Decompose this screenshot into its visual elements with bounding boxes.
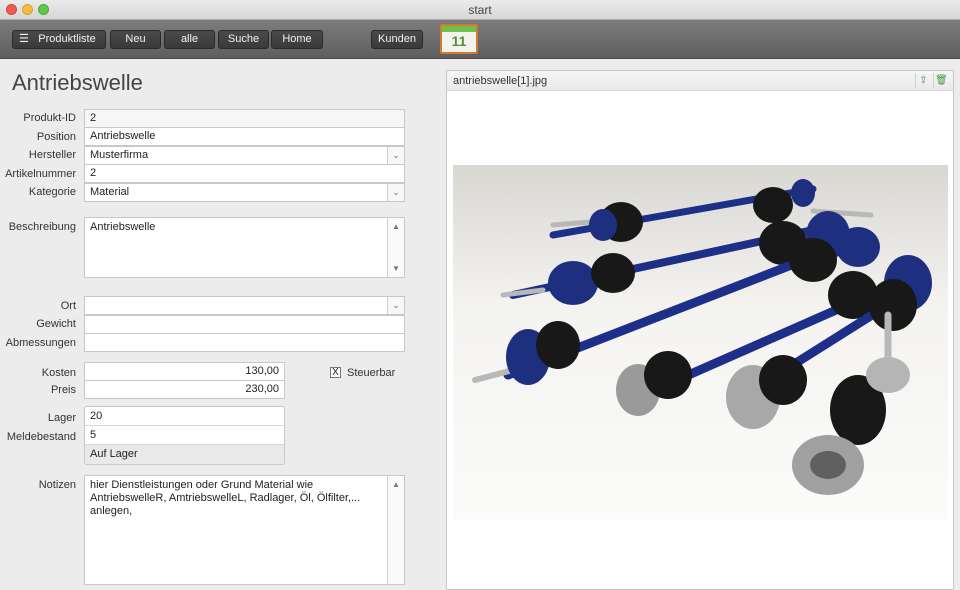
notizen-textarea[interactable]: hier Dienstleistungen oder Grund Materia… — [84, 475, 405, 585]
produktliste-button[interactable]: ☰ Produktliste — [12, 30, 106, 49]
produkt-id-label: Produkt-ID — [23, 112, 76, 124]
suche-button[interactable]: Suche — [218, 30, 269, 49]
title-bar: start — [0, 0, 960, 20]
notizen-value: hier Dienstleistungen oder Grund Materia… — [90, 479, 361, 517]
chevron-down-icon[interactable]: ⌄ — [387, 184, 404, 201]
lager-group: 20 5 Auf Lager — [84, 406, 285, 465]
image-panel-header: antriebswelle[1].jpg ⇪ 🗑 — [447, 71, 953, 91]
chevron-down-icon[interactable]: ⌄ — [387, 297, 404, 314]
image-filename: antriebswelle[1].jpg — [453, 75, 548, 87]
hersteller-label: Hersteller — [28, 149, 76, 161]
home-button[interactable]: Home — [271, 30, 323, 49]
kategorie-value: Material — [90, 186, 130, 198]
abmessungen-field[interactable] — [84, 333, 405, 352]
kunden-button[interactable]: Kunden — [371, 30, 423, 49]
calendar-icon[interactable]: 11 — [440, 24, 478, 54]
trash-icon[interactable]: 🗑 — [933, 73, 949, 88]
toolbar: ☰ Produktliste Neu alle Suche Home Kunde… — [0, 20, 960, 59]
preis-field[interactable]: 230,00 — [84, 380, 285, 399]
preis-label: Preis — [50, 384, 76, 396]
meldebestand-label: Meldebestand — [6, 431, 76, 443]
export-icon[interactable]: ⇪ — [915, 73, 931, 88]
notizen-scrollbar[interactable]: ▲ — [387, 476, 404, 584]
neu-button[interactable]: Neu — [110, 30, 161, 49]
list-icon: ☰ — [19, 33, 29, 45]
produktliste-label: Produktliste — [38, 33, 96, 45]
ort-label: Ort — [60, 300, 76, 312]
position-field[interactable]: Antriebswelle — [84, 127, 405, 146]
lager-status: Auf Lager — [85, 445, 284, 464]
position-label: Position — [36, 131, 76, 143]
beschreibung-value: Antriebswelle — [90, 221, 156, 233]
scroll-up-icon[interactable]: ▲ — [388, 478, 404, 491]
chevron-down-icon[interactable]: ⌄ — [387, 147, 404, 164]
lager-label: Lager — [47, 412, 76, 424]
ort-select[interactable]: ⌄ — [84, 296, 405, 315]
image-panel: antriebswelle[1].jpg ⇪ 🗑 — [446, 70, 954, 590]
beschreibung-label: Beschreibung — [8, 221, 76, 233]
window-title: start — [468, 3, 492, 17]
hersteller-select[interactable]: Musterfirma ⌄ — [84, 146, 405, 165]
artikelnummer-label: Artikelnummer — [5, 168, 76, 180]
alle-button[interactable]: alle — [164, 30, 215, 49]
gewicht-label: Gewicht — [36, 318, 76, 330]
steuerbar-checkbox[interactable]: X — [330, 367, 341, 378]
calendar-day: 11 — [451, 33, 467, 49]
meldebestand-field[interactable]: 5 — [85, 426, 284, 445]
gewicht-field[interactable] — [84, 315, 405, 334]
scroll-up-icon[interactable]: ▲ — [388, 220, 404, 233]
kosten-label: Kosten — [41, 367, 76, 379]
hersteller-value: Musterfirma — [90, 149, 149, 161]
notizen-label: Notizen — [38, 479, 76, 491]
beschreibung-scrollbar[interactable]: ▲ ▼ — [387, 218, 404, 277]
steuerbar-label: Steuerbar — [347, 367, 396, 379]
abmessungen-label: Abmessungen — [5, 337, 76, 349]
kategorie-label: Kategorie — [28, 186, 76, 198]
lager-field[interactable]: 20 — [85, 407, 284, 426]
page-title: Antriebswelle — [12, 70, 143, 95]
artikelnummer-field[interactable]: 2 — [84, 164, 405, 183]
kosten-field[interactable]: 130,00 — [84, 362, 285, 381]
produkt-id-field: 2 — [84, 109, 405, 128]
kategorie-select[interactable]: Material ⌄ — [84, 183, 405, 202]
product-photo — [453, 165, 948, 520]
beschreibung-textarea[interactable]: Antriebswelle ▲ ▼ — [84, 217, 405, 278]
scroll-down-icon[interactable]: ▼ — [388, 262, 404, 275]
